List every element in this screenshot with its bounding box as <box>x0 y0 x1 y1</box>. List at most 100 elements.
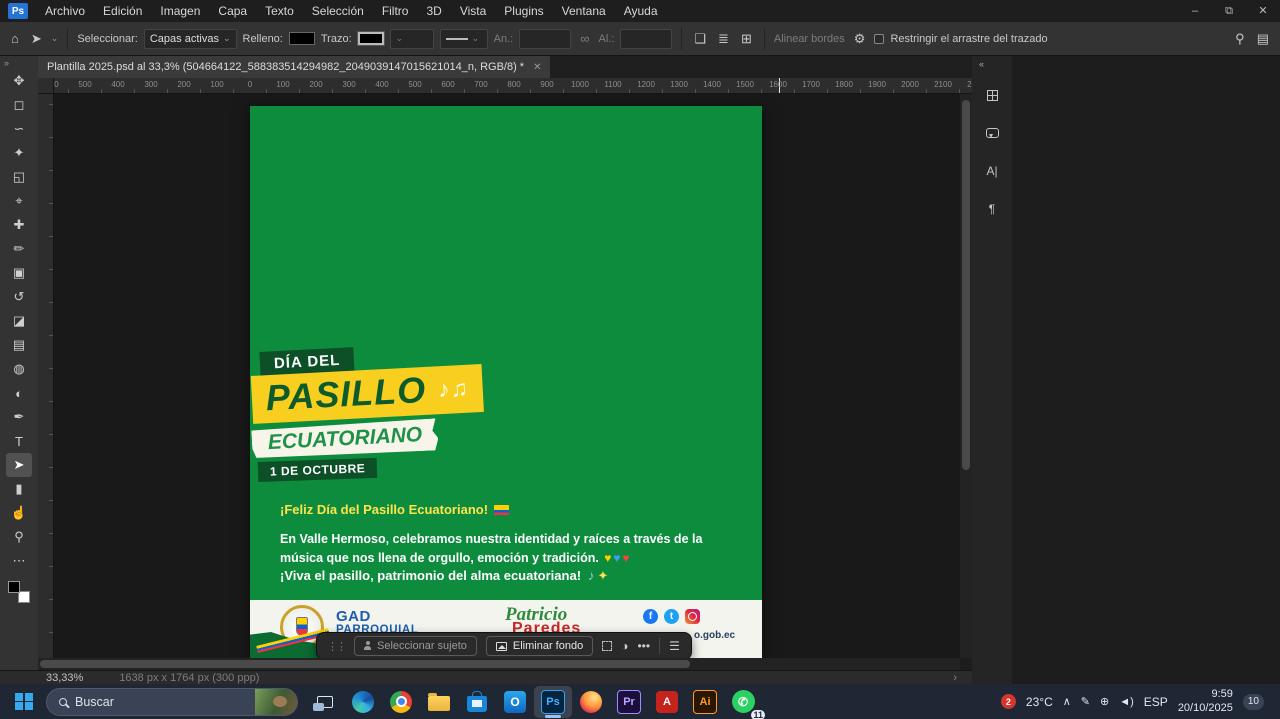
weather-temperature[interactable]: 23°C <box>1026 695 1053 709</box>
file-explorer-app[interactable] <box>420 686 458 718</box>
lasso-tool[interactable]: ∽ <box>6 117 32 141</box>
menu-item[interactable]: Archivo <box>36 0 94 22</box>
rectangle-tool[interactable]: ▮ <box>6 477 32 501</box>
type-tool[interactable]: T <box>6 429 32 453</box>
collapse-panels-icon[interactable]: « <box>972 56 984 69</box>
taskbar-search[interactable]: Buscar <box>46 688 298 716</box>
microsoft-store-app[interactable] <box>458 686 496 718</box>
select-subject-button[interactable]: Seleccionar sujeto <box>354 636 477 656</box>
volume-icon[interactable]: ◄) <box>1119 696 1134 708</box>
quick-selection-tool[interactable]: ✦ <box>6 141 32 165</box>
path-operations-icon[interactable]: ❑ <box>691 31 709 47</box>
height-input[interactable] <box>620 29 672 49</box>
foreground-color-swatch[interactable] <box>8 581 20 593</box>
menu-item[interactable]: Plugins <box>495 0 552 22</box>
dodge-tool[interactable]: ◐ <box>6 381 32 405</box>
notification-count-badge[interactable]: 10 <box>1243 694 1264 710</box>
drag-handle-icon[interactable]: ⋮⋮ <box>327 640 345 653</box>
menu-item[interactable]: Imagen <box>151 0 209 22</box>
remove-background-button[interactable]: Eliminar fondo <box>486 636 593 656</box>
path-alignment-icon[interactable]: ≣ <box>715 31 732 47</box>
menu-item[interactable]: Selección <box>303 0 373 22</box>
illustrator-app[interactable]: Ai <box>686 686 724 718</box>
hidden-icons-chevron-icon[interactable]: ∧ <box>1063 695 1071 708</box>
edge-app[interactable] <box>344 686 382 718</box>
outlook-app[interactable]: O <box>496 686 534 718</box>
language-indicator[interactable]: ESP <box>1144 695 1168 709</box>
firefox-app[interactable] <box>572 686 610 718</box>
more-options-icon[interactable]: ••• <box>637 639 650 653</box>
link-dimensions-icon[interactable]: ∞ <box>577 31 592 46</box>
tool-preset-chevron-icon[interactable]: ⌄ <box>51 33 59 44</box>
stroke-width-input[interactable]: ⌄ <box>390 29 434 49</box>
vertical-scrollbar-thumb[interactable] <box>962 100 970 470</box>
gradient-tool[interactable]: ▤ <box>6 333 32 357</box>
menu-item[interactable]: 3D <box>417 0 450 22</box>
blur-tool[interactable]: ◍ <box>6 357 32 381</box>
vertical-scrollbar[interactable] <box>960 94 972 658</box>
character-panel-icon[interactable]: A| <box>980 159 1004 183</box>
pen-icon[interactable]: ✎ <box>1081 695 1090 708</box>
menu-item[interactable]: Ventana <box>553 0 615 22</box>
fill-swatch[interactable] <box>289 32 315 45</box>
paragraph-panel-icon[interactable]: ¶ <box>980 197 1004 221</box>
eyedropper-tool[interactable]: ⌖ <box>6 189 32 213</box>
search-icon[interactable]: ⚲ <box>1232 31 1248 47</box>
tool-preset-icon[interactable]: ➤ <box>28 31 45 47</box>
poster-canvas[interactable]: DÍA DEL PASILLO ♪♫ ECUATORIANO 1 DE OCTU… <box>250 106 762 658</box>
menu-item[interactable]: Edición <box>94 0 151 22</box>
clone-stamp-tool[interactable]: ▣ <box>6 261 32 285</box>
close-icon[interactable]: ✕ <box>1246 0 1280 22</box>
zoom-tool[interactable]: ⚲ <box>6 525 32 549</box>
rectangular-marquee-tool[interactable]: ◻ <box>6 93 32 117</box>
photoshop-app[interactable]: Ps <box>534 686 572 718</box>
chrome-app[interactable] <box>382 686 420 718</box>
select-mode-dropdown[interactable]: Capas activas ⌄ <box>144 29 237 49</box>
spot-healing-brush-tool[interactable]: ✚ <box>6 213 32 237</box>
minimize-icon[interactable]: – <box>1178 0 1212 22</box>
menu-item[interactable]: Vista <box>451 0 495 22</box>
path-selection-tool[interactable]: ➤ <box>6 453 32 477</box>
menu-item[interactable]: Capa <box>209 0 256 22</box>
status-options-chevron-icon[interactable]: › <box>953 672 957 684</box>
horizontal-scrollbar-thumb[interactable] <box>40 660 690 668</box>
network-icon[interactable]: ⊕ <box>1100 695 1109 708</box>
acrobat-app[interactable]: A <box>648 686 686 718</box>
home-icon[interactable]: ⌂ <box>8 31 22 46</box>
menu-item[interactable]: Ayuda <box>615 0 667 22</box>
width-input[interactable] <box>519 29 571 49</box>
whatsapp-app[interactable]: ✆ 11 <box>724 686 762 718</box>
history-brush-tool[interactable]: ↺ <box>6 285 32 309</box>
search-highlight-image[interactable] <box>255 688 297 716</box>
horizontal-scrollbar[interactable] <box>38 658 960 670</box>
menu-item[interactable]: Filtro <box>373 0 418 22</box>
move-tool[interactable]: ✥ <box>6 69 32 93</box>
horizontal-ruler[interactable]: 6005004003002001000100200300400500600700… <box>54 78 972 94</box>
restore-icon[interactable]: ⧉ <box>1212 0 1246 22</box>
vertical-ruler[interactable] <box>38 94 54 658</box>
comments-panel-icon[interactable] <box>980 121 1004 145</box>
menu-item[interactable]: Texto <box>256 0 303 22</box>
workspace-layout-icon[interactable]: ▤ <box>1254 31 1272 47</box>
constrain-path-checkbox[interactable] <box>874 34 884 44</box>
eraser-tool[interactable]: ◪ <box>6 309 32 333</box>
tray-alert-badge[interactable]: 2 <box>1001 694 1016 709</box>
toolbar-expand-icon[interactable]: » <box>0 57 13 69</box>
task-view-button[interactable] <box>306 686 344 718</box>
transform-selection-icon[interactable] <box>602 641 612 651</box>
path-arrangement-icon[interactable]: ⊞ <box>738 31 755 47</box>
swatches-panel-icon[interactable] <box>980 83 1004 107</box>
brush-tool[interactable]: ✏ <box>6 237 32 261</box>
gear-icon[interactable]: ⚙ <box>851 31 869 47</box>
stroke-style-dropdown[interactable]: ⌄ <box>440 29 488 49</box>
start-button[interactable] <box>6 686 42 718</box>
foreground-background-swatches[interactable] <box>8 581 30 603</box>
properties-sliders-icon[interactable]: ☰ <box>669 639 680 653</box>
taskbar-clock[interactable]: 9:59 20/10/2025 <box>1178 688 1233 716</box>
adjustment-icon[interactable]: ◑ <box>621 639 628 653</box>
zoom-level[interactable]: 33,33% <box>46 672 83 684</box>
premiere-app[interactable]: Pr <box>610 686 648 718</box>
document-tab[interactable]: Plantilla 2025.psd al 33,3% (504664122_5… <box>38 56 550 78</box>
stroke-swatch[interactable] <box>358 32 384 45</box>
pen-tool[interactable]: ✒ <box>6 405 32 429</box>
